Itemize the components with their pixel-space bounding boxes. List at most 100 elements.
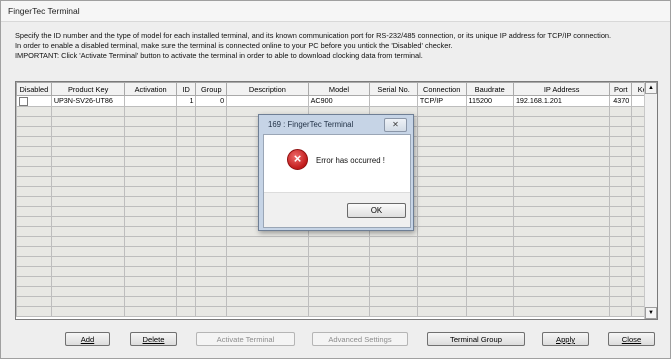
- table-cell[interactable]: [416, 285, 467, 297]
- table-cell[interactable]: [307, 305, 371, 317]
- table-cell[interactable]: [124, 235, 177, 247]
- table-cell[interactable]: [195, 205, 228, 217]
- table-cell[interactable]: [16, 225, 52, 237]
- table-cell[interactable]: [465, 205, 514, 217]
- table-cell[interactable]: [16, 115, 52, 127]
- table-row[interactable]: [16, 265, 657, 277]
- table-cell[interactable]: [175, 145, 197, 157]
- table-cell[interactable]: [50, 305, 126, 317]
- table-cell[interactable]: [16, 235, 52, 247]
- table-row[interactable]: [16, 255, 657, 267]
- table-cell[interactable]: [609, 155, 633, 167]
- table-cell[interactable]: [416, 305, 467, 317]
- table-cell[interactable]: [124, 185, 177, 197]
- table-cell[interactable]: [512, 295, 611, 307]
- table-cell[interactable]: [512, 255, 611, 267]
- cell-connection[interactable]: TCP/IP: [416, 95, 467, 107]
- col-header-port[interactable]: Port: [609, 82, 633, 96]
- table-cell[interactable]: [512, 225, 611, 237]
- table-cell[interactable]: [512, 285, 611, 297]
- terminal-group-button[interactable]: Terminal Group: [427, 332, 525, 346]
- table-cell[interactable]: [124, 175, 177, 187]
- table-cell[interactable]: [465, 295, 514, 307]
- table-cell[interactable]: [416, 135, 467, 147]
- table-cell[interactable]: [124, 265, 177, 277]
- table-cell[interactable]: [175, 235, 197, 247]
- table-cell[interactable]: [124, 155, 177, 167]
- table-cell[interactable]: [195, 145, 228, 157]
- table-cell[interactable]: [465, 275, 514, 287]
- table-cell[interactable]: [175, 125, 197, 137]
- table-cell[interactable]: [50, 295, 126, 307]
- table-cell[interactable]: [416, 165, 467, 177]
- table-cell[interactable]: [512, 145, 611, 157]
- scroll-down-arrow-icon[interactable]: ▼: [645, 307, 657, 319]
- table-cell[interactable]: [195, 155, 228, 167]
- table-cell[interactable]: [124, 195, 177, 207]
- table-cell[interactable]: [50, 235, 126, 247]
- table-cell[interactable]: [609, 275, 633, 287]
- table-row[interactable]: [16, 295, 657, 307]
- table-cell[interactable]: [416, 125, 467, 137]
- table-cell[interactable]: [416, 265, 467, 277]
- table-cell[interactable]: [609, 255, 633, 267]
- table-cell[interactable]: [50, 145, 126, 157]
- table-cell[interactable]: [226, 295, 309, 307]
- table-cell[interactable]: [175, 305, 197, 317]
- table-cell[interactable]: [416, 155, 467, 167]
- table-cell[interactable]: [465, 235, 514, 247]
- col-header-activation[interactable]: Activation: [124, 82, 177, 96]
- table-cell[interactable]: [195, 165, 228, 177]
- table-cell[interactable]: [226, 245, 309, 257]
- table-cell[interactable]: [16, 215, 52, 227]
- table-cell[interactable]: [124, 225, 177, 237]
- table-cell[interactable]: [195, 305, 228, 317]
- table-cell[interactable]: [195, 275, 228, 287]
- vertical-scrollbar[interactable]: ▲ ▼: [644, 82, 657, 319]
- table-cell[interactable]: [512, 305, 611, 317]
- table-cell[interactable]: [609, 185, 633, 197]
- table-cell[interactable]: [124, 125, 177, 137]
- table-cell[interactable]: [226, 275, 309, 287]
- table-cell[interactable]: [307, 285, 371, 297]
- table-cell[interactable]: [609, 105, 633, 117]
- table-cell[interactable]: [50, 255, 126, 267]
- table-cell[interactable]: [512, 215, 611, 227]
- cell-description[interactable]: [226, 95, 309, 107]
- table-cell[interactable]: [50, 135, 126, 147]
- table-cell[interactable]: [307, 295, 371, 307]
- table-row[interactable]: UP3N-SV26-UT86 1 0 AC900 TCP/IP 115200 1…: [16, 95, 657, 107]
- close-button[interactable]: Close: [608, 332, 655, 346]
- table-cell[interactable]: [465, 305, 514, 317]
- table-cell[interactable]: [609, 235, 633, 247]
- table-cell[interactable]: [369, 285, 418, 297]
- table-cell[interactable]: [175, 205, 197, 217]
- table-cell[interactable]: [609, 205, 633, 217]
- table-cell[interactable]: [416, 295, 467, 307]
- table-cell[interactable]: [195, 215, 228, 227]
- table-cell[interactable]: [16, 165, 52, 177]
- table-cell[interactable]: [609, 265, 633, 277]
- table-cell[interactable]: [175, 135, 197, 147]
- table-row[interactable]: [16, 285, 657, 297]
- table-cell[interactable]: [175, 225, 197, 237]
- table-cell[interactable]: [124, 305, 177, 317]
- table-cell[interactable]: [16, 105, 52, 117]
- table-cell[interactable]: [609, 175, 633, 187]
- table-cell[interactable]: [465, 255, 514, 267]
- table-cell[interactable]: [195, 135, 228, 147]
- table-cell[interactable]: [465, 215, 514, 227]
- table-cell[interactable]: [50, 245, 126, 257]
- table-cell[interactable]: [416, 145, 467, 157]
- col-header-connection[interactable]: Connection: [416, 82, 467, 96]
- table-row[interactable]: [16, 245, 657, 257]
- table-cell[interactable]: [465, 185, 514, 197]
- activate-terminal-button[interactable]: Activate Terminal: [196, 332, 295, 346]
- table-cell[interactable]: [124, 115, 177, 127]
- scroll-up-arrow-icon[interactable]: ▲: [645, 82, 657, 94]
- table-cell[interactable]: [512, 265, 611, 277]
- col-header-ip-address[interactable]: IP Address: [512, 82, 611, 96]
- table-cell[interactable]: [195, 195, 228, 207]
- table-cell[interactable]: [609, 215, 633, 227]
- table-cell[interactable]: [369, 295, 418, 307]
